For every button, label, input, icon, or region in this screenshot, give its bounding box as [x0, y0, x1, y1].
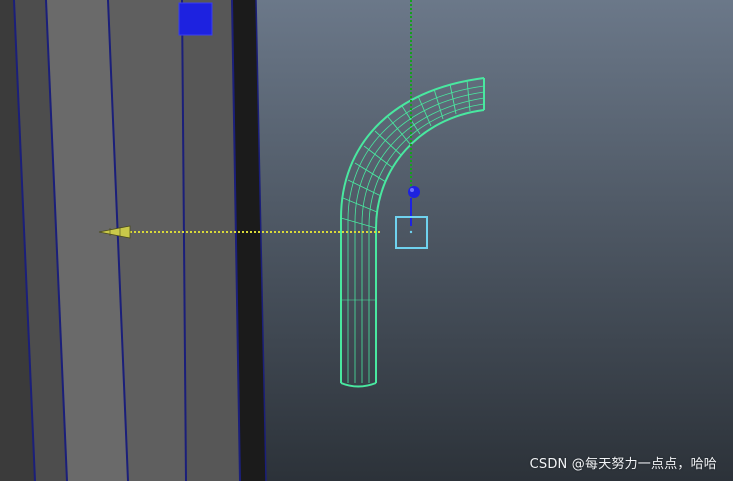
pivot-center [409, 230, 413, 234]
selected-face[interactable] [179, 3, 212, 35]
column-object[interactable] [0, 0, 267, 481]
watermark-text: CSDN @每天努力一点点，哈哈 [529, 457, 717, 472]
maya-viewport[interactable]: CSDN @每天努力一点点，哈哈 [0, 0, 733, 481]
blue-sphere-icon[interactable] [408, 186, 420, 198]
column-face-side [182, 0, 240, 481]
viewport-canvas[interactable] [0, 0, 733, 481]
